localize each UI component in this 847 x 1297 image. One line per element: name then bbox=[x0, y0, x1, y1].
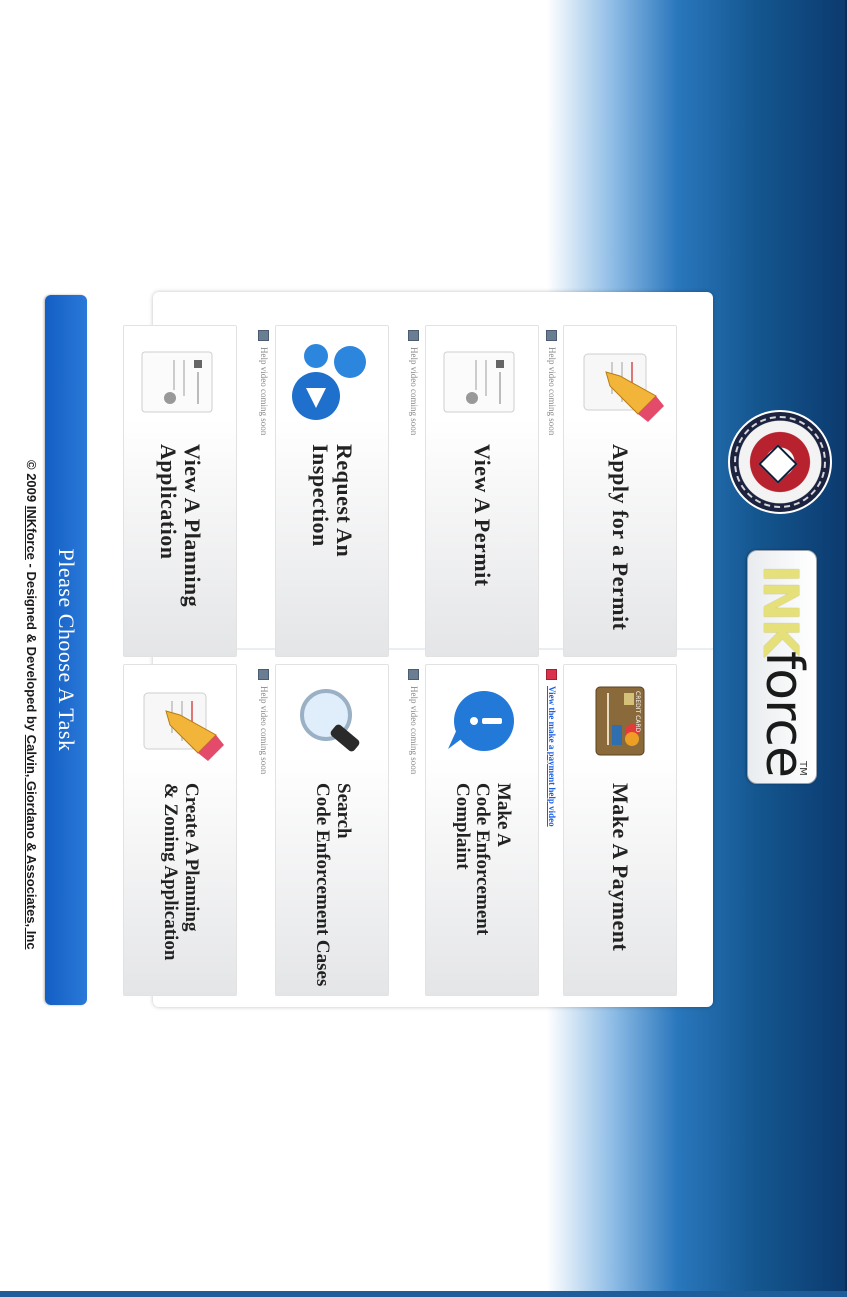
chat-bubbles-icon bbox=[292, 344, 366, 420]
task-make-payment[interactable]: CREDIT CARD Make A Payment bbox=[563, 664, 677, 996]
app-page: INK force TM Apply for a Permit Help vid… bbox=[0, 0, 847, 1297]
task-view-permit[interactable]: View A Permit bbox=[425, 325, 539, 657]
task-create-planning-zoning[interactable]: Create A Planning & Zoning Application bbox=[123, 664, 237, 996]
task-search-code-enforcement[interactable]: Search Code Enforcement Cases bbox=[275, 664, 389, 996]
task-title: Create A Planning & Zoning Application bbox=[160, 783, 202, 961]
document-icon bbox=[443, 351, 515, 413]
help-text: Help video coming soon bbox=[409, 686, 419, 775]
logo-force-text: force bbox=[754, 651, 814, 777]
logo-trademark: TM bbox=[797, 761, 808, 776]
task-title: Request An Inspection bbox=[308, 444, 358, 558]
task-title: Make A Payment bbox=[608, 783, 634, 952]
task-apply-permit[interactable]: Apply for a Permit bbox=[563, 325, 677, 657]
card-front-text: CREDIT CARD bbox=[634, 691, 641, 733]
footer-credit: © 2009 INKforce - Designed & Developed b… bbox=[13, 460, 39, 950]
task-title: View A Planning Application bbox=[156, 444, 206, 608]
task-title: Apply for a Permit bbox=[608, 444, 634, 631]
help-search-code: Help video coming soon bbox=[257, 669, 269, 775]
pencil-document-icon bbox=[143, 692, 224, 761]
video-icon bbox=[545, 330, 557, 341]
video-icon bbox=[407, 669, 419, 680]
help-text: Help video coming soon bbox=[409, 347, 419, 436]
help-text: Help video coming soon bbox=[259, 347, 269, 436]
help-video-link[interactable]: View the make a payment help video bbox=[547, 686, 557, 827]
footer-company-link[interactable]: Calvin, Giordano & Associates, Inc bbox=[24, 735, 39, 950]
help-request-inspection: Help video coming soon bbox=[257, 330, 269, 436]
document-icon bbox=[141, 351, 213, 413]
help-text: Help video coming soon bbox=[547, 347, 557, 436]
task-title: Search Code Enforcement Cases bbox=[312, 783, 354, 987]
task-title: View A Permit bbox=[470, 444, 496, 587]
help-code-enforcement: Help video coming soon bbox=[407, 669, 419, 775]
video-icon bbox=[257, 669, 269, 680]
right-edge bbox=[0, 1291, 847, 1297]
county-seal-logo bbox=[728, 410, 832, 514]
pencil-document-icon bbox=[583, 353, 664, 422]
footer-middle: - Designed & Developed by bbox=[24, 559, 39, 735]
video-icon bbox=[407, 330, 419, 341]
exclamation-bubble-icon bbox=[448, 691, 514, 751]
logo-ink-text: INK bbox=[752, 565, 808, 655]
screenshot-stage: INK force TM Apply for a Permit Help vid… bbox=[0, 0, 847, 1297]
task-code-enforcement-complaint[interactable]: Make A Code Enforcement Complaint bbox=[425, 664, 539, 996]
magnifier-icon bbox=[300, 689, 360, 752]
video-icon bbox=[257, 330, 269, 341]
task-request-inspection[interactable]: Request An Inspection bbox=[275, 325, 389, 657]
task-view-planning-application[interactable]: View A Planning Application bbox=[123, 325, 237, 657]
help-make-payment[interactable]: View the make a payment help video bbox=[545, 669, 557, 827]
video-icon bbox=[545, 669, 557, 680]
help-view-permit: Help video coming soon bbox=[407, 330, 419, 436]
footer-brand-link[interactable]: INKforce bbox=[24, 506, 39, 560]
help-apply-permit: Help video coming soon bbox=[545, 330, 557, 436]
credit-card-icon: CREDIT CARD bbox=[595, 686, 645, 756]
inkforce-logo: INK force TM bbox=[747, 550, 817, 784]
help-text: Help video coming soon bbox=[259, 686, 269, 775]
task-title: Make A Code Enforcement Complaint bbox=[451, 783, 515, 936]
footer-prefix: © 2009 bbox=[24, 460, 39, 506]
please-choose-task-bar: Please Choose A Task bbox=[45, 295, 87, 1005]
